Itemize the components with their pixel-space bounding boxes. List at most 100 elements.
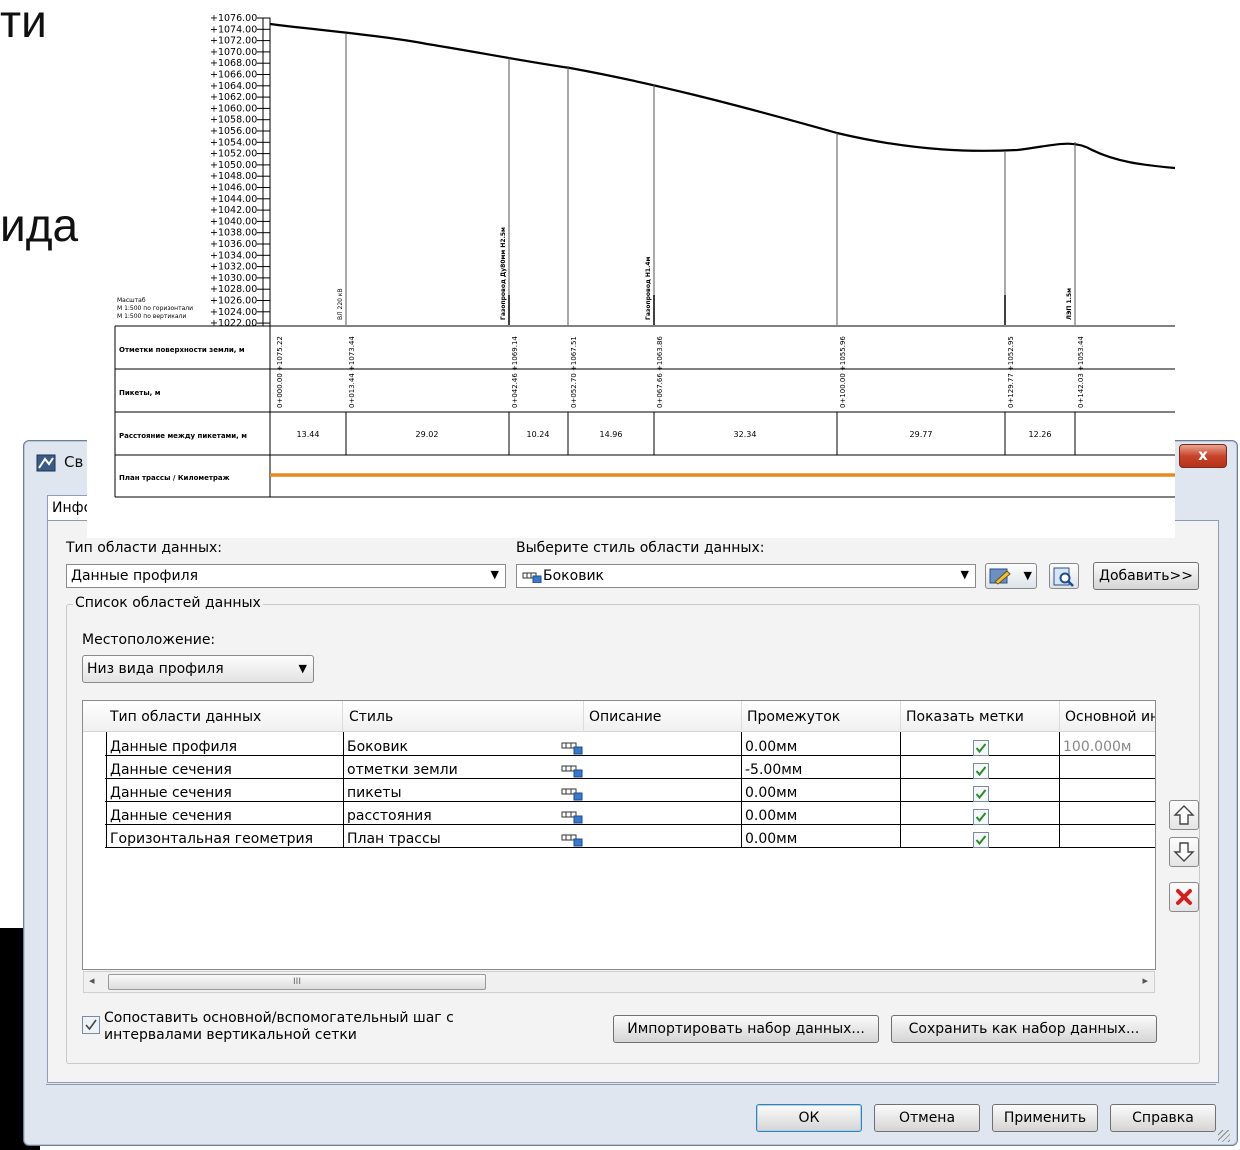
band-style-icon[interactable] <box>561 786 583 801</box>
show-labels-checkbox[interactable] <box>973 740 989 756</box>
elevation-tick-label: +1074.00 <box>210 24 257 35</box>
band-style-icon[interactable] <box>561 832 583 847</box>
scroll-left-icon[interactable]: ◂ <box>89 974 95 987</box>
table-row[interactable]: Горизонтальная геометрия План трассы 0.00м… <box>83 828 1155 851</box>
show-labels-checkbox[interactable] <box>973 809 989 825</box>
cell-band-type[interactable]: Данные сечения <box>110 762 232 778</box>
cell-band-style[interactable]: расстояния <box>347 808 432 824</box>
delete-button[interactable] <box>1169 882 1199 912</box>
move-up-button[interactable] <box>1169 800 1199 830</box>
data-type-select[interactable]: Данные профиля ▼ <box>66 564 506 588</box>
distance-label: 29.77 <box>910 430 933 439</box>
style-value: Боковик <box>543 568 604 584</box>
preview-style-button[interactable] <box>1049 563 1079 589</box>
scroll-thumb[interactable]: III <box>108 974 486 990</box>
elevation-tick-label: +1068.00 <box>210 58 257 69</box>
distance-label: 10.24 <box>527 430 550 439</box>
band-style-icon[interactable] <box>561 809 583 824</box>
elevation-tick-label: +1030.00 <box>210 273 257 284</box>
preview-magnifier-icon <box>1053 567 1074 587</box>
elevation-tick-label: +1042.00 <box>210 205 257 216</box>
match-grid-checkbox[interactable] <box>82 1016 100 1034</box>
profile-svg: +1076.00+1074.00+1072.00+1070.00+1068.00… <box>114 13 1176 498</box>
station-label: 0+013.44 +1073.44 <box>348 336 356 408</box>
band-style-icon[interactable] <box>561 763 583 778</box>
band-style-icon[interactable] <box>561 740 583 755</box>
distance-label: 12.26 <box>1029 430 1052 439</box>
distance-label: 32.34 <box>734 430 757 439</box>
arrow-down-icon <box>1173 842 1195 862</box>
elevation-tick-label: +1046.00 <box>210 183 257 194</box>
add-button[interactable]: Добавить>> <box>1093 562 1199 590</box>
column-header-gap[interactable]: Промежуток <box>747 709 840 725</box>
feature-label: Газопровод Ду80мм Н2.5м <box>500 227 507 320</box>
feature-label: ЛЭП 1.5м <box>1066 288 1073 320</box>
close-button[interactable]: x <box>1179 444 1227 468</box>
band-style-icon <box>522 572 542 583</box>
cell-band-type[interactable]: Данные сечения <box>110 808 232 824</box>
cell-band-type[interactable]: Данные профиля <box>110 739 237 755</box>
cell-gap[interactable]: 0.00мм <box>745 831 797 847</box>
style-select[interactable]: Боковик ▼ <box>516 564 976 588</box>
import-dataset-button[interactable]: Импортировать набор данных... <box>613 1015 879 1043</box>
distance-label: 13.44 <box>297 430 320 439</box>
show-labels-checkbox[interactable] <box>973 832 989 848</box>
elevation-tick-label: +1060.00 <box>210 103 257 114</box>
band-title: Пикеты, м <box>119 389 161 397</box>
chevron-down-icon: ▼ <box>490 568 499 581</box>
elevation-tick-label: +1070.00 <box>210 47 257 58</box>
help-button[interactable]: Справка <box>1110 1104 1216 1132</box>
show-labels-checkbox[interactable] <box>973 786 989 802</box>
resize-grip-icon[interactable] <box>1218 1130 1230 1142</box>
table-row[interactable]: Данные сечения пикеты 0.00мм <box>83 782 1155 805</box>
scale-note: М 1:500 по горизонтали <box>117 305 193 312</box>
table-row[interactable]: Данные сечения отметки земли -5.00мм <box>83 759 1155 782</box>
location-label: Местоположение: <box>82 632 216 648</box>
column-header-show-labels[interactable]: Показать метки <box>906 709 1024 725</box>
cell-gap[interactable]: 0.00мм <box>745 808 797 824</box>
column-divider <box>741 701 742 732</box>
elevation-tick-label: +1024.00 <box>210 307 257 318</box>
edit-style-button[interactable]: ▼ <box>985 563 1037 589</box>
horizontal-scrollbar[interactable]: ◂ III ▸ <box>83 971 1155 993</box>
column-header-description[interactable]: Описание <box>589 709 661 725</box>
slide-text-fragment-top: ти <box>0 0 47 47</box>
location-select[interactable]: Низ вида профиля ▼ <box>82 655 314 683</box>
location-value: Низ вида профиля <box>87 661 224 677</box>
cell-band-type[interactable]: Горизонтальная геометрия <box>110 831 313 847</box>
cell-band-style[interactable]: План трассы <box>347 831 441 847</box>
cell-gap[interactable]: 0.00мм <box>745 785 797 801</box>
scroll-right-icon[interactable]: ▸ <box>1142 974 1148 987</box>
cell-band-style[interactable]: пикеты <box>347 785 402 801</box>
column-header-type[interactable]: Тип области данных <box>110 709 261 725</box>
cancel-button[interactable]: Отмена <box>874 1104 980 1132</box>
show-labels-checkbox[interactable] <box>973 763 989 779</box>
cell-band-style[interactable]: Боковик <box>347 739 408 755</box>
cell-band-type[interactable]: Данные сечения <box>110 785 232 801</box>
table-row[interactable]: Данные сечения расстояния 0.00мм <box>83 805 1155 828</box>
column-header-style[interactable]: Стиль <box>349 709 393 725</box>
cell-gap[interactable]: 0.00мм <box>745 739 797 755</box>
move-down-button[interactable] <box>1169 837 1199 867</box>
elevation-tick-label: +1040.00 <box>210 216 257 227</box>
table-row[interactable]: Данные профиля Боковик 0.00мм 100.000м <box>83 736 1155 759</box>
elevation-tick-label: +1044.00 <box>210 194 257 205</box>
apply-button[interactable]: Применить <box>992 1104 1098 1132</box>
elevation-tick-label: +1062.00 <box>210 92 257 103</box>
column-divider <box>342 701 343 732</box>
station-label: 0+052.70 +1067.51 <box>570 336 578 408</box>
band-title: Отметки поверхности земли, м <box>119 346 245 354</box>
cell-base[interactable]: 100.000м <box>1063 739 1131 755</box>
cell-gap[interactable]: -5.00мм <box>745 762 802 778</box>
save-dataset-button[interactable]: Сохранить как набор данных... <box>891 1015 1157 1043</box>
elevation-tick-label: +1022.00 <box>210 318 257 329</box>
column-header-base[interactable]: Основной ин <box>1065 709 1155 725</box>
elevation-tick-label: +1056.00 <box>210 126 257 137</box>
cell-band-style[interactable]: отметки земли <box>347 762 458 778</box>
ok-button[interactable]: ОК <box>756 1104 862 1132</box>
column-divider <box>1059 701 1060 732</box>
data-type-value: Данные профиля <box>71 568 198 584</box>
elevation-axis <box>262 17 271 327</box>
delete-x-icon <box>1176 889 1192 905</box>
group-label: Список областей данных <box>73 595 263 611</box>
